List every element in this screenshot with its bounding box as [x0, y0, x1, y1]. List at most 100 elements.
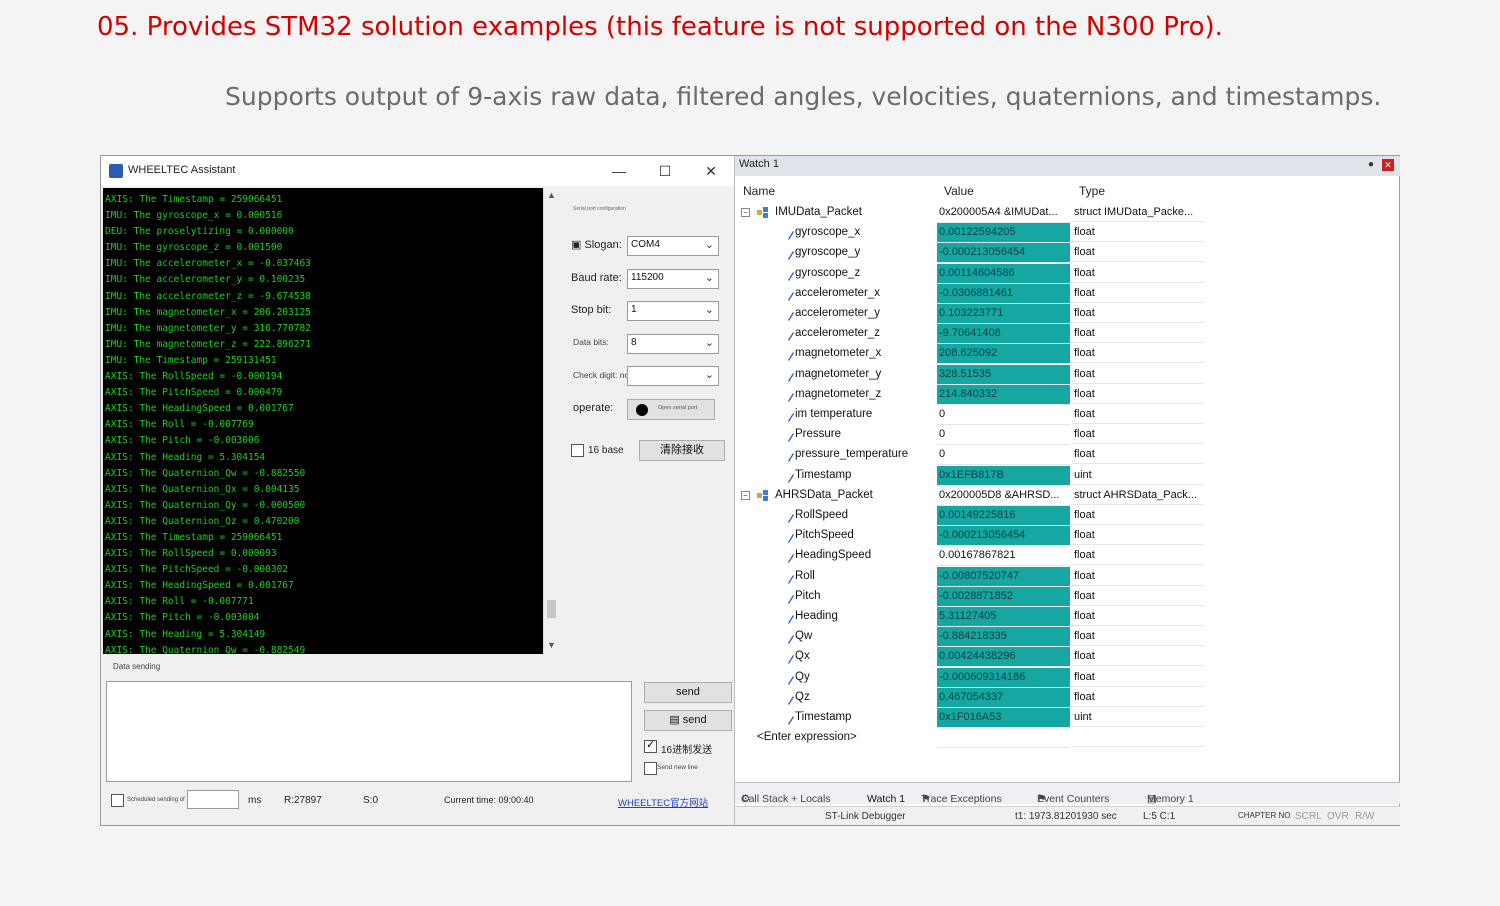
check-digit-select[interactable]: ⌄: [627, 366, 719, 386]
watch-value[interactable]: 0.103223771: [937, 304, 1070, 323]
watch-value[interactable]: 0: [937, 445, 1070, 464]
send-button[interactable]: send: [644, 682, 732, 703]
watch-row[interactable]: Timestamp 0x1EFB817B uint: [737, 465, 1397, 486]
pin-icon[interactable]: ●: [1368, 159, 1374, 170]
watch-row[interactable]: Pressure 0 float: [737, 425, 1397, 446]
maximize-button[interactable]: ☐: [650, 160, 680, 182]
watch-row[interactable]: Pitch -0.0028871852 float: [737, 586, 1397, 607]
watch-row[interactable]: gyroscope_x 0.00122594205 float: [737, 223, 1397, 244]
watch-row[interactable]: accelerometer_z -9.70641408 float: [737, 324, 1397, 345]
watch-row[interactable]: magnetometer_x 208.625092 float: [737, 344, 1397, 365]
watch-row[interactable]: HeadingSpeed 0.00167867821 float: [737, 546, 1397, 567]
watch-row[interactable]: gyroscope_z 0.00114604586 float: [737, 263, 1397, 284]
send-file-button[interactable]: ▤ send: [644, 710, 732, 731]
watch-value[interactable]: 0: [937, 425, 1070, 444]
scroll-up-icon[interactable]: ▲: [547, 190, 556, 200]
minimize-button[interactable]: —: [604, 160, 634, 182]
watch-row[interactable]: gyroscope_y -0.000213056454 float: [737, 243, 1397, 264]
hex-send-checkbox[interactable]: ✓: [644, 739, 657, 753]
scroll-thumb[interactable]: [547, 600, 556, 618]
watch-value[interactable]: -0.0028871852: [937, 586, 1070, 606]
watch-value[interactable]: 0x1EFB817B: [937, 465, 1070, 485]
send-new-line-checkbox[interactable]: [644, 762, 657, 775]
watch-row[interactable]: accelerometer_x -0.0306881461 float: [737, 283, 1397, 304]
watch-row[interactable]: magnetometer_z 214.840332 float: [737, 384, 1397, 405]
watch-value[interactable]: -0.884218335: [937, 627, 1070, 647]
watch-name: im temperature: [795, 408, 873, 420]
watch-value[interactable]: 0.00149225816: [937, 506, 1070, 525]
watch-row[interactable]: Qz 0.467054337 float: [737, 687, 1397, 708]
stop-bit-select[interactable]: 1 ⌄: [627, 301, 719, 321]
field-icon: [787, 409, 795, 422]
col-value[interactable]: Value: [944, 184, 974, 198]
watch-group-row[interactable]: − AHRSData_Packet 0x200005D8 &AHRSD... stru…: [737, 486, 1397, 506]
chevron-down-icon: ⌄: [704, 337, 714, 349]
clear-receive-button[interactable]: 清除接收: [639, 440, 725, 461]
watch-row[interactable]: RollSpeed 0.00149225816 float: [737, 506, 1397, 526]
watch-value[interactable]: 208.625092: [937, 344, 1070, 364]
collapse-icon[interactable]: −: [741, 490, 750, 500]
watch-value[interactable]: -0.0306881461: [937, 283, 1070, 303]
close-button[interactable]: ✕: [696, 160, 726, 182]
console-scrollbar[interactable]: ▲ ▼: [543, 188, 558, 654]
watch-row[interactable]: accelerometer_y 0.103223771 float: [737, 304, 1397, 324]
watch-value[interactable]: [937, 728, 1070, 747]
collapse-icon[interactable]: −: [741, 208, 750, 217]
scheduled-interval-input[interactable]: [187, 790, 239, 809]
watch-row[interactable]: Qx 0.00424438296 float: [737, 647, 1397, 668]
field-icon: [787, 550, 795, 564]
watch-type: struct IMUData_Packe...: [1072, 203, 1204, 222]
watch-row[interactable]: Qw -0.884218335 float: [737, 627, 1397, 648]
hex-base-checkbox[interactable]: [571, 444, 584, 457]
watch-name: Qz: [795, 690, 810, 703]
col-type[interactable]: Type: [1079, 184, 1105, 198]
watch-value[interactable]: 0x200005D8 &AHRSD...: [937, 486, 1070, 505]
receive-console[interactable]: AXIS: The Timestamp = 259066451 IMU: The …: [103, 188, 543, 654]
watch-type: float: [1072, 304, 1204, 323]
watch-value[interactable]: 0.467054337: [937, 687, 1070, 707]
watch-value[interactable]: -0.000609314186: [937, 667, 1070, 687]
watch-value[interactable]: 0: [937, 405, 1070, 424]
struct-icon: [757, 206, 769, 218]
port-select[interactable]: COM4 ⌄: [627, 236, 719, 256]
watch-row[interactable]: im temperature 0 float: [737, 405, 1397, 425]
watch-value[interactable]: 0x1F016A53: [937, 708, 1070, 727]
col-name[interactable]: Name: [743, 184, 775, 198]
watch-value[interactable]: 214.840332: [937, 384, 1070, 404]
watch-row[interactable]: <Enter expression>: [737, 728, 1397, 749]
close-icon[interactable]: ✕: [1382, 159, 1394, 171]
watch-value[interactable]: 0.00114604586: [937, 263, 1070, 283]
watch-row[interactable]: pressure_temperature 0 float: [737, 445, 1397, 466]
watch-row[interactable]: PitchSpeed -0.000213056454 float: [737, 526, 1397, 547]
watch-value[interactable]: -9.70641408: [937, 324, 1070, 344]
watch-value[interactable]: 0.00167867821: [937, 546, 1070, 565]
open-port-button[interactable]: Open serial port: [627, 399, 715, 420]
watch-value[interactable]: 0.00122594205: [937, 223, 1070, 243]
watch-name: magnetometer_x: [795, 347, 882, 360]
subheadline: Supports output of 9-axis raw data, filt…: [225, 82, 1382, 111]
baud-select[interactable]: 115200 ⌄: [627, 269, 719, 289]
watch-value[interactable]: 5.31127405: [937, 607, 1070, 626]
watch-value[interactable]: -0.000213056454: [937, 243, 1070, 263]
watch-value[interactable]: -0.000213056454: [937, 526, 1070, 546]
data-bits-select[interactable]: 8 ⌄: [627, 334, 719, 354]
watch-window: Watch 1 ● ✕ Name Value Type − IMUData_Pac…: [734, 156, 1400, 825]
watch-value[interactable]: 0x200005A4 &IMUDat...: [937, 203, 1070, 222]
watch-row[interactable]: Timestamp 0x1F016A53 uint: [737, 708, 1397, 728]
scroll-down-icon[interactable]: ▼: [547, 640, 556, 650]
watch-group-row[interactable]: − IMUData_Packet 0x200005A4 &IMUDat... stru…: [737, 203, 1397, 223]
watch-value[interactable]: 328.51535: [937, 364, 1070, 384]
watch-type: float: [1072, 627, 1204, 647]
watch-value[interactable]: 0.00424438296: [937, 647, 1070, 667]
watch-row[interactable]: Qy -0.000609314186 float: [737, 667, 1397, 688]
scheduled-checkbox[interactable]: [111, 794, 124, 807]
watch-value[interactable]: -0.00807520747: [937, 566, 1070, 586]
console-line: IMU: The Timestamp = 259131451: [105, 354, 277, 366]
watch-row[interactable]: Heading 5.31127405 float: [737, 607, 1397, 627]
console-line: IMU: The gyroscope_z = 0.001500: [105, 242, 283, 254]
watch-row[interactable]: Roll -0.00807520747 float: [737, 566, 1397, 587]
send-textarea[interactable]: [106, 681, 632, 782]
website-link[interactable]: WHEELTEC官方网站: [618, 795, 708, 809]
data-bits-label: Data bits:: [573, 337, 609, 347]
watch-row[interactable]: magnetometer_y 328.51535 float: [737, 364, 1397, 385]
